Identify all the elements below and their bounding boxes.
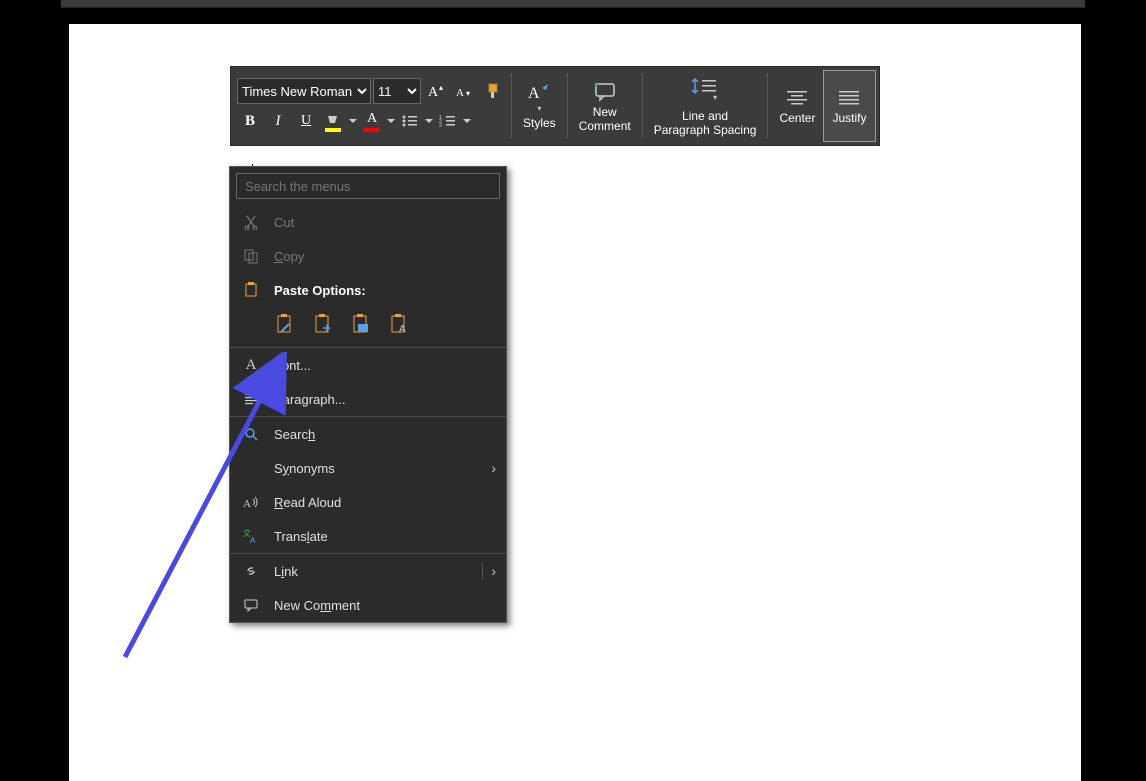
paste-merge-button[interactable] bbox=[312, 313, 336, 337]
paste-options-label: Paste Options: bbox=[274, 283, 366, 298]
center-label: Center bbox=[779, 111, 815, 125]
cut-icon bbox=[242, 213, 260, 231]
bullets-dropdown[interactable] bbox=[425, 108, 433, 134]
font-name-select[interactable]: Times New Roman bbox=[237, 78, 371, 104]
font-icon: A bbox=[242, 356, 260, 374]
bold-button[interactable]: B bbox=[237, 108, 263, 134]
menu-paste-options-header: Paste Options: bbox=[230, 273, 506, 307]
menu-link-label: Link bbox=[274, 564, 298, 579]
menu-read-aloud-label: Read Aloud bbox=[274, 495, 341, 510]
center-button[interactable]: Center bbox=[771, 70, 823, 142]
format-painter-button[interactable] bbox=[479, 78, 505, 104]
font-color-button[interactable]: A bbox=[359, 108, 385, 134]
svg-text:A: A bbox=[399, 324, 406, 335]
menu-search-label: Search bbox=[274, 427, 315, 442]
menu-read-aloud[interactable]: A Read Aloud bbox=[230, 485, 506, 519]
menu-link[interactable]: Link › bbox=[230, 554, 506, 588]
chevron-right-icon: › bbox=[482, 563, 496, 579]
menu-translate[interactable]: 文A Translate bbox=[230, 519, 506, 553]
window-top-bar bbox=[61, 0, 1085, 8]
new-comment-icon: + bbox=[592, 80, 618, 102]
svg-text:3: 3 bbox=[439, 123, 442, 129]
new-comment-label: New Comment bbox=[579, 105, 631, 133]
svg-text:A: A bbox=[456, 87, 464, 99]
justify-button[interactable]: Justify bbox=[823, 70, 875, 142]
svg-text:+: + bbox=[243, 597, 248, 605]
font-size-select[interactable]: 11 bbox=[373, 78, 421, 104]
paragraph-icon bbox=[242, 390, 260, 408]
line-spacing-label: Line and Paragraph Spacing bbox=[654, 109, 757, 137]
menu-copy: Copy bbox=[230, 239, 506, 273]
paste-text-only-button[interactable]: A bbox=[388, 313, 412, 337]
menu-synonyms-label: Synonyms bbox=[274, 461, 335, 476]
svg-text:▾: ▾ bbox=[466, 89, 470, 98]
italic-button[interactable]: I bbox=[265, 108, 291, 134]
menu-translate-label: Translate bbox=[274, 529, 328, 544]
shrink-font-button[interactable]: A▾ bbox=[451, 78, 477, 104]
center-icon bbox=[785, 88, 809, 108]
menu-font[interactable]: A Font... bbox=[230, 348, 506, 382]
link-icon bbox=[242, 562, 260, 580]
highlight-button[interactable] bbox=[321, 108, 347, 134]
highlight-dropdown[interactable] bbox=[349, 108, 357, 134]
numbering-button[interactable]: 1 2 3 bbox=[435, 108, 461, 134]
menu-paragraph-label: Paragraph... bbox=[274, 392, 346, 407]
svg-text:▴: ▴ bbox=[439, 83, 443, 92]
underline-button[interactable]: U bbox=[293, 108, 319, 134]
menu-search-input[interactable] bbox=[236, 173, 500, 199]
menu-font-label: Font... bbox=[274, 358, 311, 373]
menu-new-comment[interactable]: + New Comment bbox=[230, 588, 506, 622]
copy-icon bbox=[242, 247, 260, 265]
svg-text:A: A bbox=[250, 536, 256, 544]
styles-label: Styles bbox=[523, 116, 556, 130]
menu-copy-label: Copy bbox=[274, 249, 304, 264]
paste-picture-button[interactable] bbox=[350, 313, 374, 337]
chevron-right-icon: › bbox=[491, 460, 496, 476]
menu-search[interactable]: Search bbox=[230, 417, 506, 451]
svg-text:A: A bbox=[428, 85, 439, 100]
menu-synonyms[interactable]: Synonyms › bbox=[230, 451, 506, 485]
new-comment-icon: + bbox=[242, 596, 260, 614]
svg-text:+: + bbox=[593, 80, 599, 91]
translate-icon: 文A bbox=[242, 527, 260, 545]
grow-font-button[interactable]: A▴ bbox=[423, 78, 449, 104]
menu-cut: Cut bbox=[230, 205, 506, 239]
svg-text:A: A bbox=[528, 85, 540, 102]
svg-text:A: A bbox=[243, 498, 251, 510]
justify-icon bbox=[837, 88, 861, 108]
bullets-button[interactable] bbox=[397, 108, 423, 134]
context-menu: Cut Copy Paste Options: A A Font... bbox=[229, 166, 507, 623]
menu-paragraph[interactable]: Paragraph... bbox=[230, 382, 506, 416]
read-aloud-icon: A bbox=[242, 493, 260, 511]
font-color-dropdown[interactable] bbox=[387, 108, 395, 134]
numbering-dropdown[interactable] bbox=[463, 108, 471, 134]
styles-button[interactable]: A ▾ Styles bbox=[515, 70, 564, 142]
menu-cut-label: Cut bbox=[274, 215, 294, 230]
justify-label: Justify bbox=[832, 111, 866, 125]
new-comment-button[interactable]: + New Comment bbox=[571, 70, 639, 142]
mini-toolbar: Times New Roman 11 A▴ A▾ B I U bbox=[230, 66, 880, 146]
paste-icon bbox=[242, 281, 260, 299]
styles-icon: A bbox=[526, 82, 552, 104]
search-icon bbox=[242, 425, 260, 443]
line-spacing-button[interactable]: ▾ Line and Paragraph Spacing bbox=[646, 70, 765, 142]
synonyms-icon bbox=[242, 459, 260, 477]
paste-keep-source-button[interactable] bbox=[274, 313, 298, 337]
menu-new-comment-label: New Comment bbox=[274, 598, 360, 613]
